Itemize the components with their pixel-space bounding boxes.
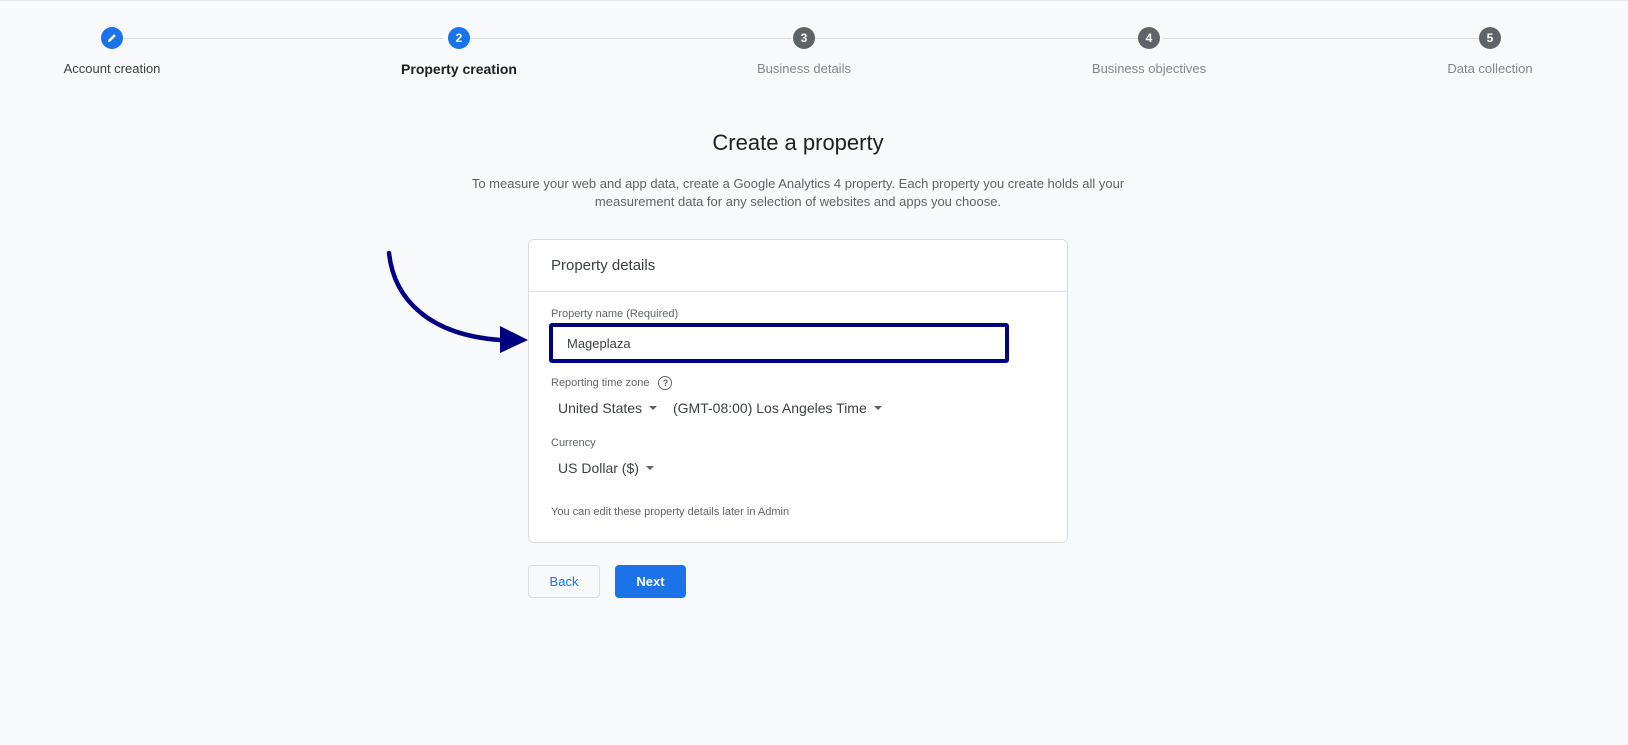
step-data-collection[interactable]: 5 Data collection [1390,27,1590,76]
next-button[interactable]: Next [615,565,686,598]
currency-select[interactable]: US Dollar ($) [558,460,654,476]
back-button[interactable]: Back [528,565,600,598]
step-label: Business details [757,61,851,76]
step-account-creation[interactable]: Account creation [12,27,212,76]
step-circle: 3 [793,27,815,49]
step-business-objectives[interactable]: 4 Business objectives [1049,27,1249,76]
pencil-icon [108,34,116,42]
step-circle: 2 [448,27,470,49]
property-name-input[interactable] [553,327,1005,359]
time-zone-label-row: Reporting time zone ? [551,376,673,390]
caret-down-icon [645,466,654,470]
description-line: To measure your web and app data, create… [471,176,1125,191]
step-circle: 5 [1479,27,1501,49]
page-description: To measure your web and app data, create… [448,175,1148,211]
description-line: measurement data for any selection of we… [594,194,1002,209]
help-icon[interactable]: ? [658,376,673,390]
step-property-creation[interactable]: 2 Property creation [359,27,559,77]
caret-down-icon [873,406,882,410]
country-value: United States [558,400,643,416]
step-circle: 4 [1138,27,1160,49]
step-label: Business objectives [1091,61,1207,76]
caret-down-icon [649,406,658,410]
step-circle [101,27,123,49]
time-zone-value: (GMT-08:00) Los Angeles Time [673,400,867,416]
page-title: Create a property [712,130,884,155]
edit-later-hint: You can edit these property details late… [551,506,790,518]
time-zone-select[interactable]: (GMT-08:00) Los Angeles Time [673,400,882,416]
currency-label: Currency [551,437,596,449]
step-label: Data collection [1447,61,1533,76]
step-label: Property creation [401,61,517,77]
progress-stepper: Account creation 2 Property creation 3 B… [0,0,1628,100]
step-label: Account creation [63,61,161,76]
step-business-details[interactable]: 3 Business details [704,27,904,76]
annotation-arrow-icon [386,250,528,353]
property-details-card: Property details Property name (Required… [528,239,1068,543]
property-name-highlight [549,323,1009,363]
country-select[interactable]: United States [558,400,658,416]
currency-value: US Dollar ($) [558,460,639,476]
card-title: Property details [529,240,1067,292]
property-name-label: Property name (Required) [551,308,679,320]
time-zone-label: Reporting time zone [551,377,650,389]
